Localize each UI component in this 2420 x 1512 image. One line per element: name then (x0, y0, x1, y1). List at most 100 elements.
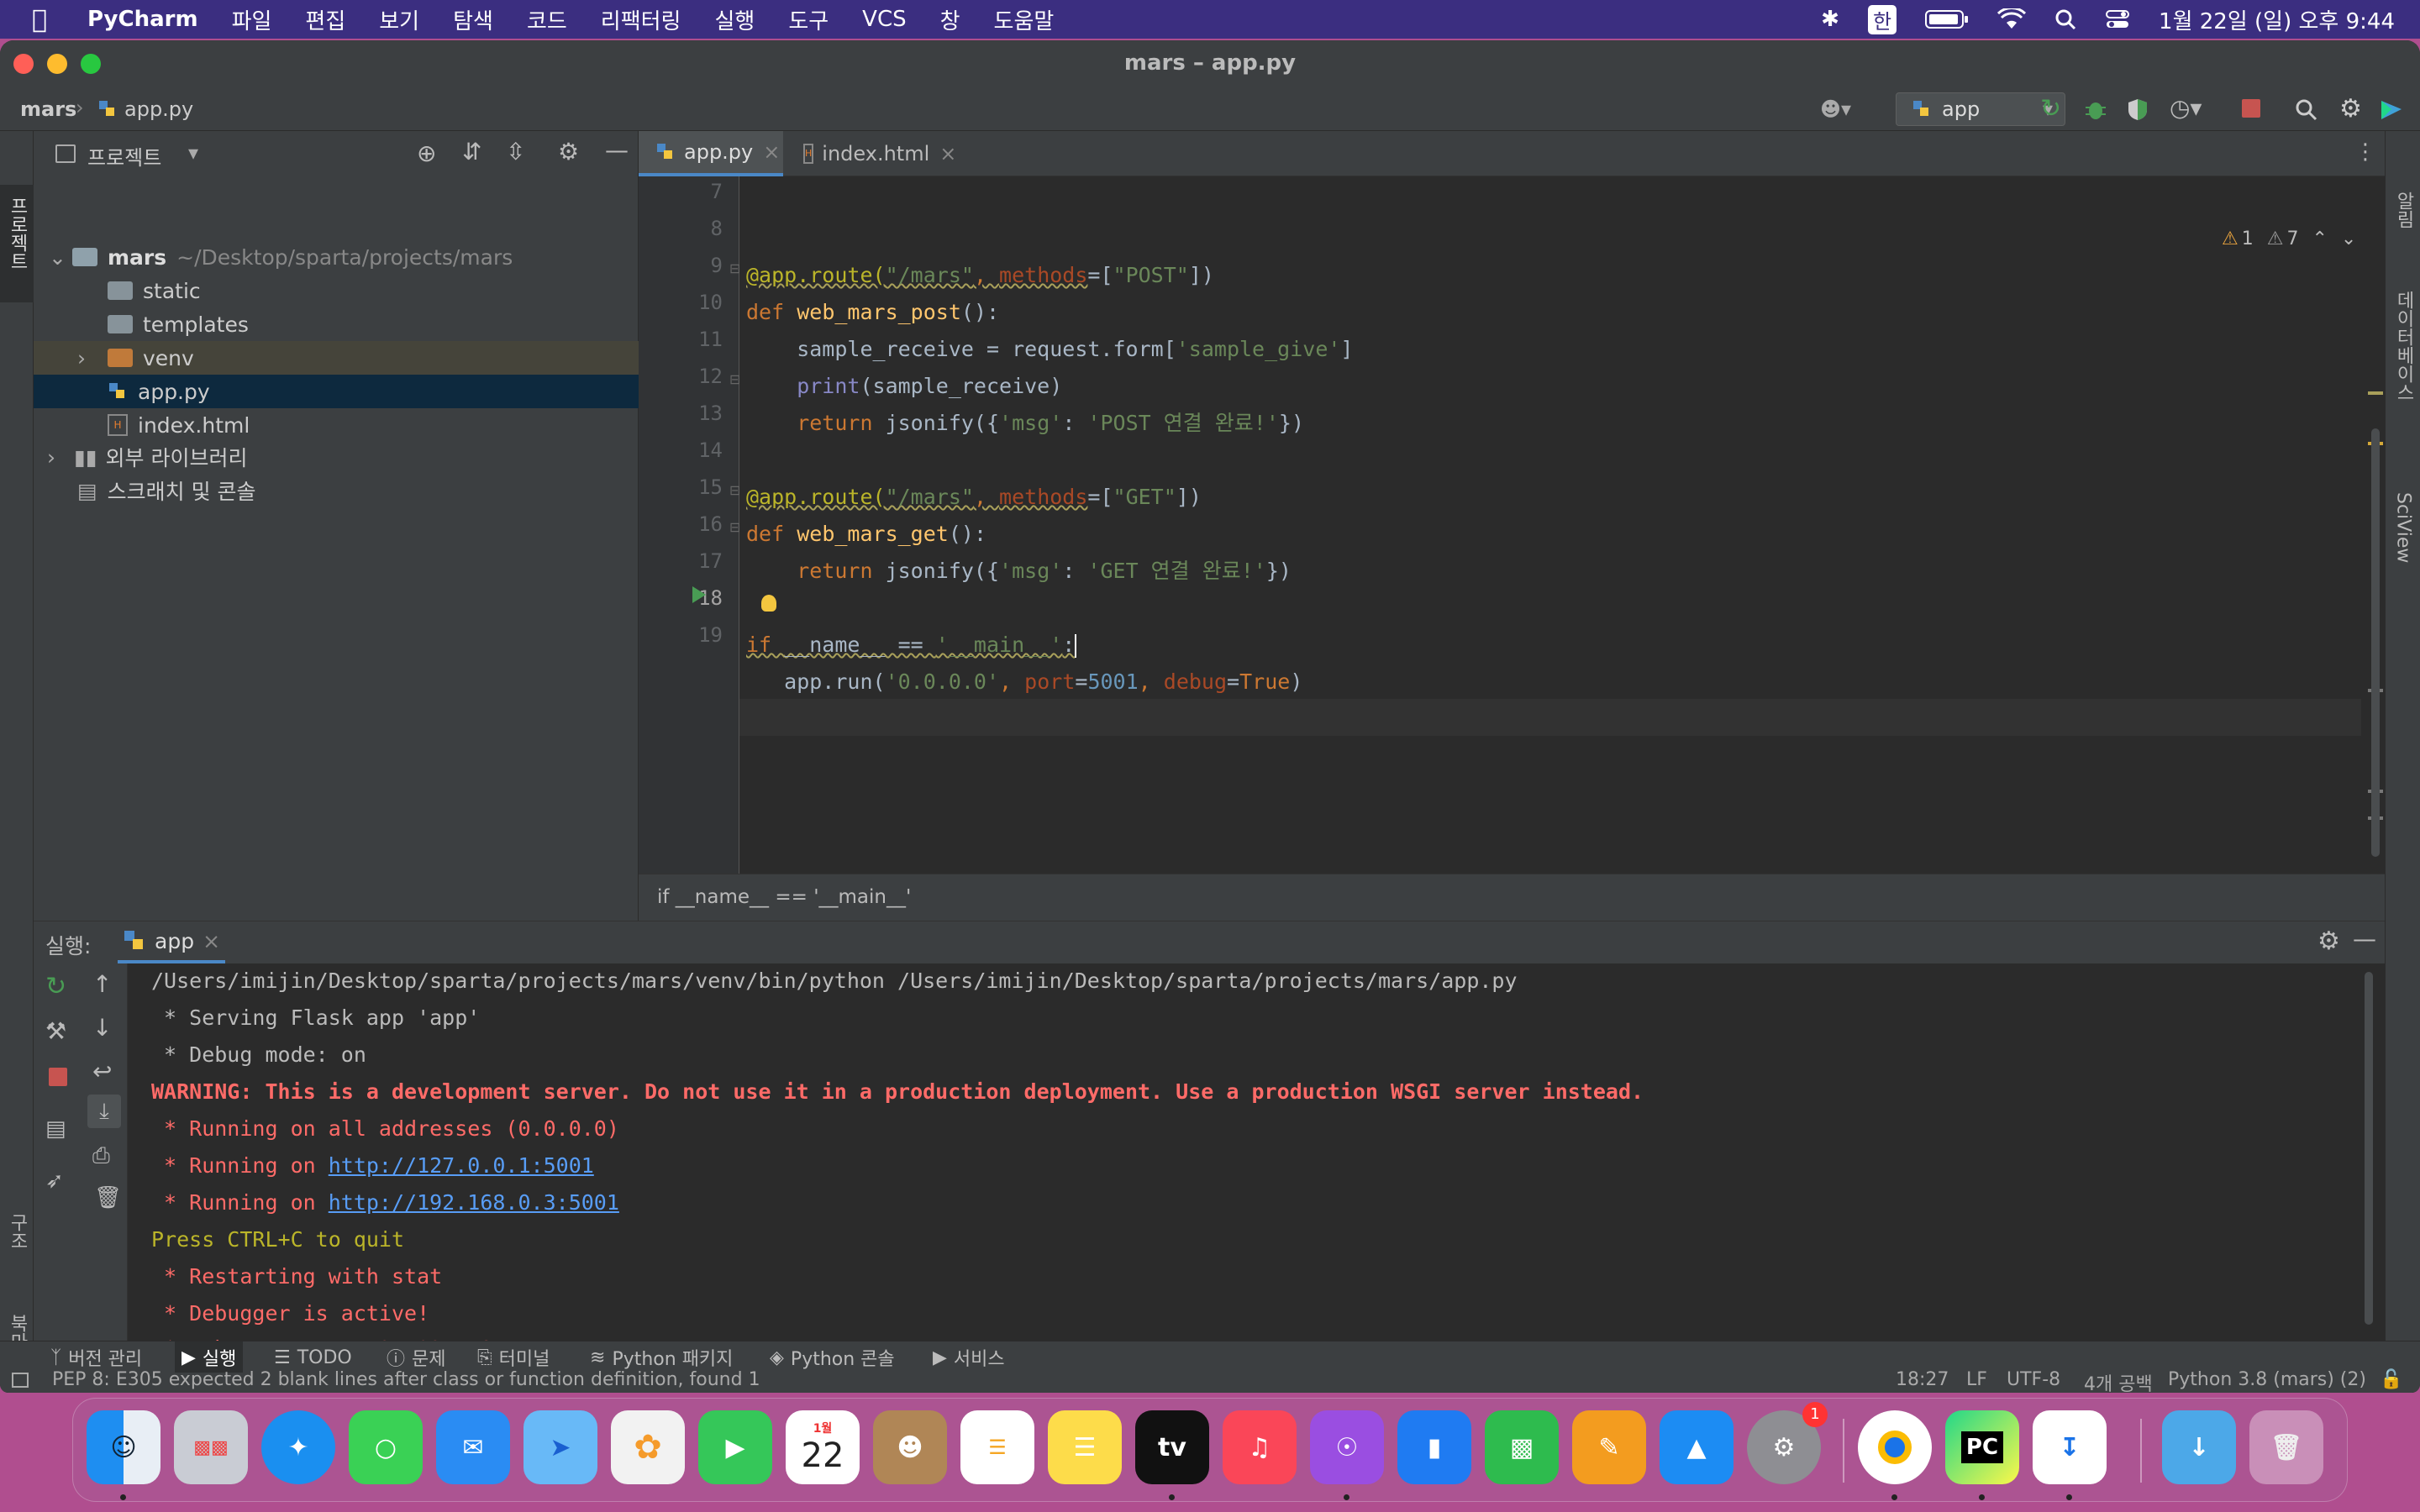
apple-tv-icon[interactable]: tv (1135, 1410, 1209, 1484)
run-tab-app[interactable]: app × (118, 921, 226, 963)
close-tab-icon[interactable]: × (939, 142, 956, 165)
stop-icon[interactable] (2242, 99, 2260, 118)
tree-item-external-libraries[interactable]: › ▮▮ 외부 라이브러리 (34, 440, 639, 474)
code-line-11[interactable]: print(sample_receive) (746, 368, 1062, 405)
trash-icon[interactable]: 🗑 (2249, 1410, 2323, 1484)
debug-icon[interactable] (2084, 97, 2107, 121)
nav-project[interactable]: mars (20, 97, 76, 121)
search-everywhere-icon[interactable] (2294, 97, 2317, 121)
status-encoding[interactable]: UTF-8 (2007, 1369, 2060, 1390)
nav-file[interactable]: app.py (124, 97, 193, 121)
arrow-up-icon[interactable]: ↑ (92, 970, 112, 998)
inspection-widget[interactable]: ⚠ 1 ⚠ 7 ⌃ ⌄ (2222, 228, 2356, 249)
notes-icon[interactable]: ☰ (1048, 1410, 1122, 1484)
project-tool-button[interactable]: 프로젝트 (0, 185, 34, 302)
toolbox-icon[interactable] (2380, 97, 2403, 121)
tree-item-static[interactable]: static (34, 274, 639, 307)
maps-icon[interactable]: ➤ (523, 1410, 597, 1484)
rerun-icon[interactable]: ↻ (45, 972, 66, 1001)
photos-icon[interactable]: ✿ (611, 1410, 685, 1484)
lightbulb-icon[interactable] (761, 595, 776, 612)
podcasts-icon[interactable]: ☉ (1310, 1410, 1384, 1484)
bluetooth-icon[interactable]: ✱ (1821, 7, 1839, 32)
finder-icon[interactable]: ☺ (87, 1410, 160, 1484)
tree-item-index-html[interactable]: H index.html (34, 408, 639, 442)
tree-item-templates[interactable]: templates (34, 307, 639, 341)
error-stripe[interactable] (2365, 176, 2385, 874)
user-icon[interactable]: ☻▾ (1820, 97, 1851, 121)
code-line-9[interactable]: def web_mars_post(): (746, 294, 999, 331)
menu-app-name[interactable]: PyCharm (64, 7, 215, 32)
profile-icon[interactable]: ◷▾ (2170, 94, 2202, 122)
restore-layout-icon[interactable]: ▤ (45, 1116, 66, 1142)
downloads-folder-icon[interactable]: ↓ (2162, 1410, 2236, 1484)
code-line-10[interactable]: sample_receive = request.form['sample_gi… (746, 331, 1353, 368)
messages-icon[interactable]: ○ (349, 1410, 423, 1484)
menu-code[interactable]: 코드 (510, 4, 584, 35)
code-line-8[interactable]: @app.route("/mars", methods=["POST"]) (746, 257, 1214, 294)
tab-actions-icon[interactable]: ⋮ (2354, 139, 2376, 165)
chevron-right-icon[interactable]: › (77, 346, 108, 370)
run-gutter-icon[interactable] (692, 586, 706, 603)
pin-tab-icon[interactable]: ➶ (45, 1168, 64, 1194)
launchpad-icon[interactable]: ▩▩ (174, 1410, 248, 1484)
battery-icon[interactable] (1925, 9, 1969, 29)
hide-panel-icon[interactable]: — (2353, 925, 2376, 953)
tree-item-app-py[interactable]: app.py (34, 375, 639, 408)
keynote-icon[interactable]: ▮ (1397, 1410, 1471, 1484)
close-tab-icon[interactable]: × (763, 140, 780, 164)
code-line-19[interactable]: app.run('0.0.0.0', port=5001, debug=True… (746, 664, 1302, 701)
next-highlight-icon[interactable]: ⌄ (2341, 228, 2356, 249)
status-interpreter[interactable]: Python 3.8 (mars) (2) (2168, 1369, 2366, 1390)
stop-icon[interactable] (49, 1068, 67, 1086)
tab-index-html[interactable]: H index.html × (786, 131, 963, 176)
app-store-icon[interactable]: ▲ (1660, 1410, 1733, 1484)
facetime-icon[interactable]: ▶ (698, 1410, 772, 1484)
control-center-icon[interactable] (2105, 8, 2130, 30)
menubar-clock[interactable]: 1월 22일 (일) 오후 9:44 (2159, 4, 2395, 35)
fold-marker-icon[interactable]: ⊟ (729, 260, 740, 276)
mail-icon[interactable]: ✉ (436, 1410, 510, 1484)
status-indent[interactable]: 4개 공백 (2084, 1369, 2153, 1393)
menu-vcs[interactable]: VCS (845, 7, 923, 32)
panel-settings-gear-icon[interactable]: ⚙ (558, 138, 579, 165)
menu-file[interactable]: 파일 (215, 4, 289, 35)
reminders-icon[interactable]: ☰ (960, 1410, 1034, 1484)
menu-navigate[interactable]: 탐색 (436, 4, 510, 35)
error-stripe-marker[interactable] (2368, 391, 2383, 395)
fold-marker-icon[interactable]: ⊟ (729, 482, 740, 498)
input-source-indicator[interactable]: 한 (1867, 4, 1897, 34)
tree-root-mars[interactable]: ⌄ mars ~/Desktop/sparta/projects/mars (34, 240, 639, 274)
spotlight-search-icon[interactable] (2054, 8, 2076, 30)
clear-all-trash-icon[interactable]: 🗑 (94, 1185, 122, 1210)
wifi-icon[interactable] (1997, 8, 2027, 30)
scroll-to-end-icon[interactable]: ⤓ (87, 1095, 121, 1128)
pages-icon[interactable]: ✎ (1572, 1410, 1646, 1484)
menu-help[interactable]: 도움말 (977, 4, 1071, 35)
print-icon[interactable]: ⎙ (92, 1143, 110, 1169)
editor-scrollbar-thumb[interactable] (2371, 428, 2380, 857)
console-lan-link[interactable]: http://192.168.0.3:5001 (329, 1190, 619, 1215)
arrow-down-icon[interactable]: ↓ (92, 1014, 112, 1042)
code-line-18[interactable]: if __name__ == '__main__': (746, 627, 1077, 664)
status-line-separator[interactable]: LF (1966, 1369, 1987, 1390)
calendar-icon[interactable]: 1월 22 (786, 1410, 860, 1484)
toggle-tool-windows-icon[interactable] (12, 1373, 29, 1388)
menu-refactor[interactable]: 리팩터링 (584, 4, 698, 35)
numbers-icon[interactable]: ▩ (1485, 1410, 1559, 1484)
settings-gear-icon[interactable]: ⚙ (2339, 94, 2362, 123)
tree-item-venv[interactable]: › venv (34, 341, 639, 375)
rerun-icon[interactable]: ↻ (2040, 94, 2061, 123)
console-localhost-link[interactable]: http://127.0.0.1:5001 (329, 1153, 594, 1178)
previous-highlight-icon[interactable]: ⌃ (2312, 228, 2327, 249)
database-tool-button[interactable]: 데이터베이스 (2386, 291, 2420, 459)
menu-view[interactable]: 보기 (362, 4, 436, 35)
menu-edit[interactable]: 편집 (288, 4, 362, 35)
menu-run[interactable]: 실행 (697, 4, 771, 35)
soft-wrap-icon[interactable]: ↩ (92, 1058, 112, 1085)
code-line-16[interactable]: return jsonify({'msg': 'GET 연결 완료!'}) (746, 553, 1292, 590)
chevron-right-icon[interactable]: › (47, 445, 74, 470)
run-panel-settings-gear-icon[interactable]: ⚙ (2317, 927, 2340, 956)
tree-item-scratches[interactable]: ▤ 스크래치 및 콘솔 (34, 474, 639, 507)
chevron-down-icon[interactable]: ▾ (188, 141, 198, 165)
